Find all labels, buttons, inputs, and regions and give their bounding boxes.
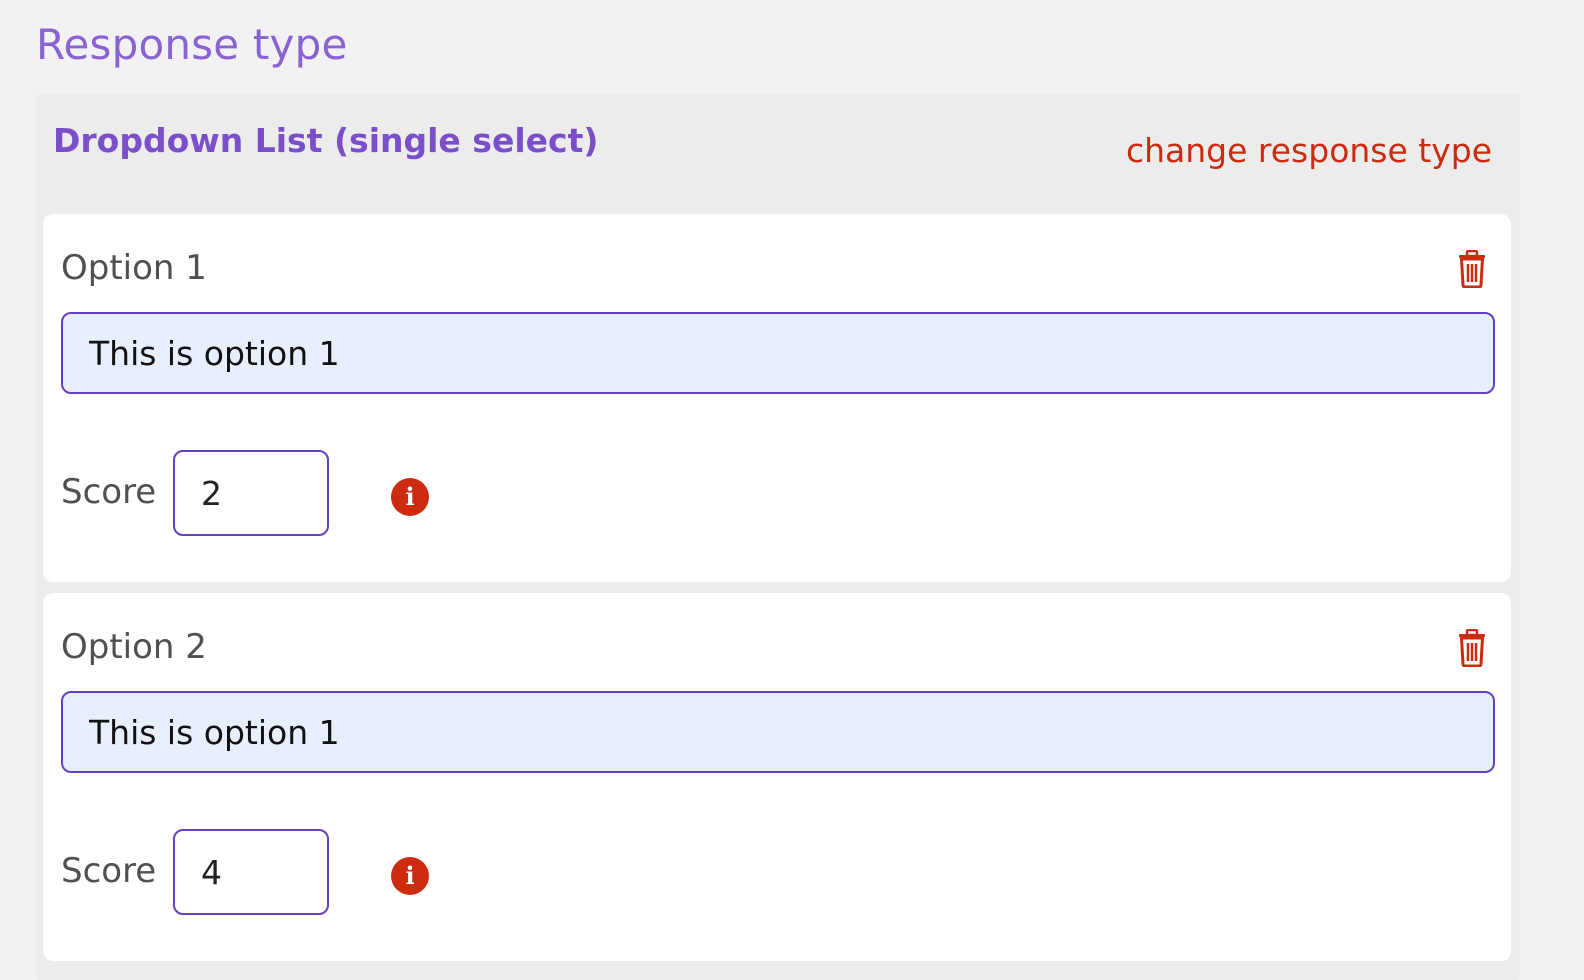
trash-icon xyxy=(1459,249,1485,289)
score-input[interactable] xyxy=(173,829,329,915)
delete-option-button[interactable] xyxy=(1455,249,1489,289)
info-icon[interactable]: i xyxy=(391,857,429,895)
delete-option-button[interactable] xyxy=(1455,628,1489,668)
trash-icon xyxy=(1459,628,1485,668)
option-label: Option 2 xyxy=(61,627,207,667)
info-icon[interactable]: i xyxy=(391,478,429,516)
section-title: Response type xyxy=(36,20,348,69)
option-card-2: Option 2 Score i xyxy=(43,593,1511,961)
score-label: Score xyxy=(61,851,157,891)
score-input[interactable] xyxy=(173,450,329,536)
score-label: Score xyxy=(61,472,157,512)
option-card-1: Option 1 Score i xyxy=(43,214,1511,582)
option-label: Option 1 xyxy=(61,248,207,288)
response-type-panel: Dropdown List (single select) change res… xyxy=(36,94,1520,980)
change-response-type-link[interactable]: change response type xyxy=(1126,131,1492,170)
response-type-name: Dropdown List (single select) xyxy=(53,121,599,160)
option-text-input[interactable] xyxy=(61,312,1495,394)
option-text-input[interactable] xyxy=(61,691,1495,773)
response-type-header: Dropdown List (single select) change res… xyxy=(36,94,1520,210)
